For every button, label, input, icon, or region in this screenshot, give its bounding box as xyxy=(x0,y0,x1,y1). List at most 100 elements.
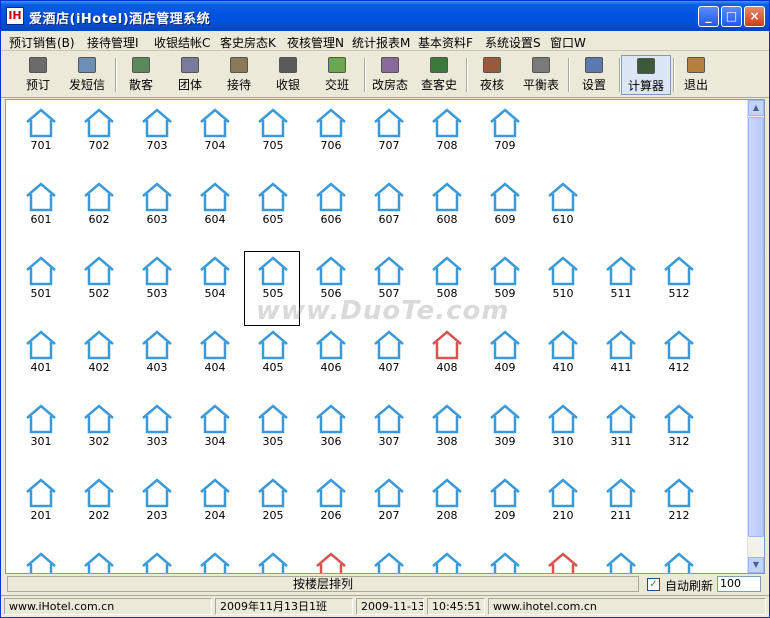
room-408[interactable]: 408 xyxy=(427,330,467,376)
room-305[interactable]: 305 xyxy=(253,404,293,450)
menu-reception[interactable]: 接待管理I xyxy=(87,34,139,51)
room-701[interactable]: 701 xyxy=(21,108,61,154)
vertical-scrollbar[interactable]: ▲ ▼ xyxy=(747,100,764,573)
minimize-button[interactable]: _ xyxy=(698,6,719,27)
toolbar-balance-sheet-button[interactable]: 平衡表 xyxy=(516,55,566,95)
room-308[interactable]: 308 xyxy=(427,404,467,450)
room-partial[interactable] xyxy=(79,552,119,573)
room-707[interactable]: 707 xyxy=(369,108,409,154)
room-703[interactable]: 703 xyxy=(137,108,177,154)
room-601[interactable]: 601 xyxy=(21,182,61,228)
room-311[interactable]: 311 xyxy=(601,404,641,450)
room-205[interactable]: 205 xyxy=(253,478,293,524)
room-partial[interactable] xyxy=(311,552,351,573)
room-402[interactable]: 402 xyxy=(79,330,119,376)
room-302[interactable]: 302 xyxy=(79,404,119,450)
room-202[interactable]: 202 xyxy=(79,478,119,524)
room-502[interactable]: 502 xyxy=(79,256,119,302)
room-211[interactable]: 211 xyxy=(601,478,641,524)
toolbar-walkin-button[interactable]: 散客 xyxy=(116,55,166,95)
room-partial[interactable] xyxy=(543,552,583,573)
room-204[interactable]: 204 xyxy=(195,478,235,524)
room-609[interactable]: 609 xyxy=(485,182,525,228)
refresh-interval-input[interactable]: 100 xyxy=(717,576,761,592)
menu-basic-data[interactable]: 基本资料F xyxy=(418,34,473,51)
room-605[interactable]: 605 xyxy=(253,182,293,228)
room-412[interactable]: 412 xyxy=(659,330,699,376)
room-406[interactable]: 406 xyxy=(311,330,351,376)
room-401[interactable]: 401 xyxy=(21,330,61,376)
auto-refresh-checkbox[interactable]: ✓ xyxy=(647,578,660,591)
toolbar-shift-handover-button[interactable]: 交班 xyxy=(312,55,362,95)
room-705[interactable]: 705 xyxy=(253,108,293,154)
room-510[interactable]: 510 xyxy=(543,256,583,302)
room-209[interactable]: 209 xyxy=(485,478,525,524)
room-604[interactable]: 604 xyxy=(195,182,235,228)
sort-mode-label[interactable]: 按楼层排列 xyxy=(7,576,639,592)
room-512[interactable]: 512 xyxy=(659,256,699,302)
toolbar-exit-button[interactable]: 退出 xyxy=(671,55,721,95)
room-210[interactable]: 210 xyxy=(543,478,583,524)
room-partial[interactable] xyxy=(659,552,699,573)
close-button[interactable]: × xyxy=(744,6,765,27)
scroll-up-button[interactable]: ▲ xyxy=(748,100,764,116)
toolbar-calculator-button[interactable]: 计算器 xyxy=(621,55,671,95)
toolbar-checkin-button[interactable]: 接待 xyxy=(214,55,264,95)
menu-night-audit[interactable]: 夜核管理N xyxy=(287,34,344,51)
room-704[interactable]: 704 xyxy=(195,108,235,154)
room-405[interactable]: 405 xyxy=(253,330,293,376)
room-312[interactable]: 312 xyxy=(659,404,699,450)
room-partial[interactable] xyxy=(369,552,409,573)
room-602[interactable]: 602 xyxy=(79,182,119,228)
room-410[interactable]: 410 xyxy=(543,330,583,376)
room-403[interactable]: 403 xyxy=(137,330,177,376)
room-306[interactable]: 306 xyxy=(311,404,351,450)
room-407[interactable]: 407 xyxy=(369,330,409,376)
menu-cashier[interactable]: 收银结帐C xyxy=(154,34,210,51)
room-610[interactable]: 610 xyxy=(543,182,583,228)
room-603[interactable]: 603 xyxy=(137,182,177,228)
room-501[interactable]: 501 xyxy=(21,256,61,302)
room-201[interactable]: 201 xyxy=(21,478,61,524)
toolbar-sms-button[interactable]: 发短信 xyxy=(62,55,112,95)
room-504[interactable]: 504 xyxy=(195,256,235,302)
menu-reports[interactable]: 统计报表M xyxy=(352,34,410,51)
menu-guest-history[interactable]: 客史房态K xyxy=(220,34,276,51)
room-304[interactable]: 304 xyxy=(195,404,235,450)
toolbar-guest-history-button[interactable]: 查客史 xyxy=(414,55,464,95)
scroll-thumb[interactable] xyxy=(748,117,764,537)
room-606[interactable]: 606 xyxy=(311,182,351,228)
room-608[interactable]: 608 xyxy=(427,182,467,228)
room-708[interactable]: 708 xyxy=(427,108,467,154)
room-301[interactable]: 301 xyxy=(21,404,61,450)
room-303[interactable]: 303 xyxy=(137,404,177,450)
room-409[interactable]: 409 xyxy=(485,330,525,376)
room-partial[interactable] xyxy=(253,552,293,573)
toolbar-reservation-button[interactable]: 预订 xyxy=(13,55,63,95)
room-212[interactable]: 212 xyxy=(659,478,699,524)
room-607[interactable]: 607 xyxy=(369,182,409,228)
toolbar-room-status-button[interactable]: 改房态 xyxy=(365,55,415,95)
title-bar[interactable]: IH 爱酒店(iHotel)酒店管理系统 _ □ × xyxy=(1,1,769,31)
toolbar-cashier-button[interactable]: 收银 xyxy=(263,55,313,95)
room-partial[interactable] xyxy=(427,552,467,573)
room-partial[interactable] xyxy=(485,552,525,573)
room-partial[interactable] xyxy=(137,552,177,573)
scroll-down-button[interactable]: ▼ xyxy=(748,557,764,573)
room-203[interactable]: 203 xyxy=(137,478,177,524)
toolbar-night-audit-button[interactable]: 夜核 xyxy=(467,55,517,95)
room-706[interactable]: 706 xyxy=(311,108,351,154)
room-709[interactable]: 709 xyxy=(485,108,525,154)
room-partial[interactable] xyxy=(21,552,61,573)
menu-system-settings[interactable]: 系统设置S xyxy=(485,34,541,51)
menu-reservation[interactable]: 预订销售(B) xyxy=(9,34,75,51)
room-310[interactable]: 310 xyxy=(543,404,583,450)
room-511[interactable]: 511 xyxy=(601,256,641,302)
room-208[interactable]: 208 xyxy=(427,478,467,524)
toolbar-group-button[interactable]: 团体 xyxy=(165,55,215,95)
room-partial[interactable] xyxy=(601,552,641,573)
toolbar-settings-button[interactable]: 设置 xyxy=(569,55,619,95)
room-702[interactable]: 702 xyxy=(79,108,119,154)
room-307[interactable]: 307 xyxy=(369,404,409,450)
room-206[interactable]: 206 xyxy=(311,478,351,524)
